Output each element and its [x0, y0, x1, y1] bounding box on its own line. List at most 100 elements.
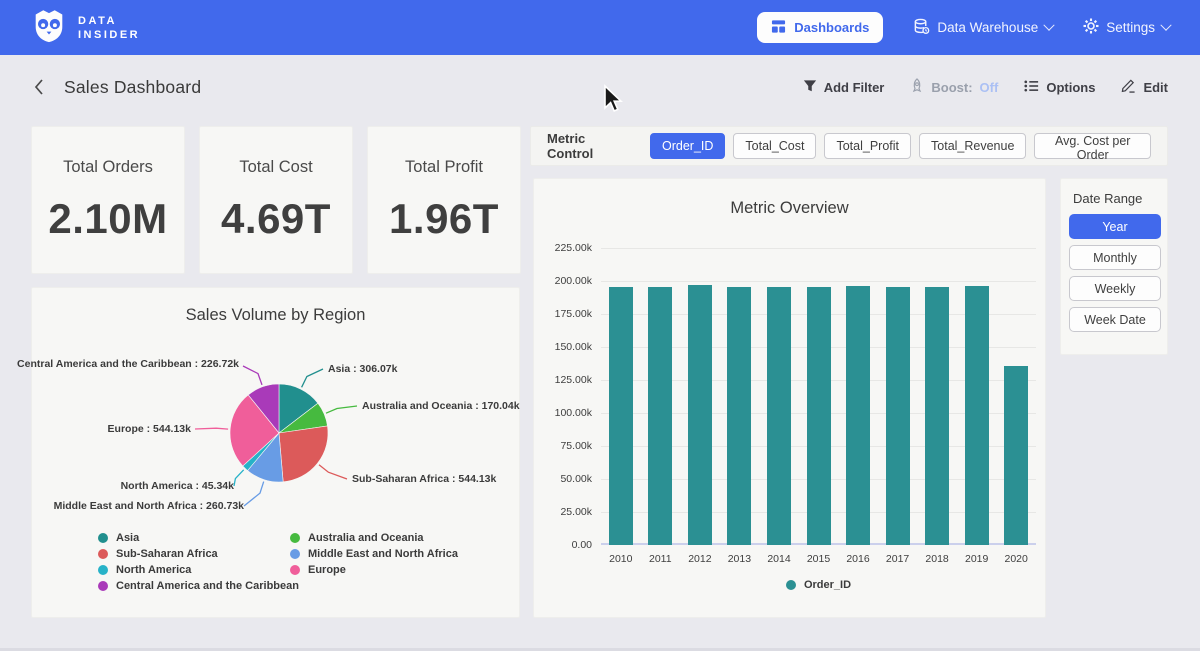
- pie-leader-line: [234, 470, 244, 486]
- x-axis-label-2015: 2015: [799, 553, 839, 565]
- bar-chart-legend[interactable]: Order_ID: [601, 579, 1036, 591]
- legend-dot: [98, 565, 108, 575]
- pie-legend-item-central-america-and-the-caribbean[interactable]: Central America and the Caribbean: [98, 580, 299, 592]
- y-axis-tick: 175.00k: [534, 308, 592, 320]
- gridline: [601, 281, 1036, 282]
- y-axis-tick: 200.00k: [534, 275, 592, 287]
- settings-label: Settings: [1106, 20, 1155, 35]
- pie-label-north-america: North America : 45.34k: [121, 480, 234, 492]
- bar-2010[interactable]: [609, 287, 633, 546]
- metric-option-total-cost[interactable]: Total_Cost: [733, 133, 816, 159]
- edit-button[interactable]: Edit: [1121, 78, 1168, 96]
- settings-menu[interactable]: Settings: [1083, 18, 1170, 37]
- pencil-icon: [1121, 78, 1136, 96]
- date-range-option-weekly[interactable]: Weekly: [1069, 276, 1161, 301]
- pie-leader-line: [319, 465, 347, 479]
- y-axis-tick: 100.00k: [534, 407, 592, 419]
- x-axis-label-2020: 2020: [996, 553, 1036, 565]
- x-axis-label-2018: 2018: [917, 553, 957, 565]
- bar-2016[interactable]: [846, 286, 870, 545]
- pie-leader-line: [244, 482, 264, 506]
- edit-label: Edit: [1143, 80, 1168, 95]
- bar-2015[interactable]: [807, 287, 831, 545]
- pie-legend-item-asia[interactable]: Asia: [98, 532, 299, 544]
- y-axis-tick: 225.00k: [534, 242, 592, 254]
- y-axis-tick: 75.00k: [534, 440, 592, 452]
- metric-option-total-profit[interactable]: Total_Profit: [824, 133, 911, 159]
- metric-control-strip: Metric Control Order_ID Total_Cost Total_P…: [530, 126, 1168, 166]
- bar-2014[interactable]: [767, 287, 791, 545]
- metric-option-order-id[interactable]: Order_ID: [650, 133, 725, 159]
- y-axis-tick: 25.00k: [534, 506, 592, 518]
- back-button[interactable]: [32, 78, 46, 96]
- y-axis-tick: 50.00k: [534, 473, 592, 485]
- dashboards-button[interactable]: Dashboards: [757, 12, 883, 43]
- bar-2018[interactable]: [925, 287, 949, 545]
- brand-logo[interactable]: DATA INSIDER: [30, 6, 140, 49]
- add-filter-label: Add Filter: [824, 80, 885, 95]
- pie-legend-item-europe[interactable]: Europe: [290, 564, 458, 576]
- bar-chart-plot-area: [601, 248, 1036, 545]
- pie-slice-sub-saharan-africa[interactable]: [279, 426, 328, 482]
- options-label: Options: [1046, 80, 1095, 95]
- x-axis-label-2019: 2019: [957, 553, 997, 565]
- pie-legend-item-sub-saharan-africa[interactable]: Sub-Saharan Africa: [98, 548, 299, 560]
- options-button[interactable]: Options: [1024, 79, 1095, 96]
- bar-2012[interactable]: [688, 285, 712, 545]
- legend-label: Middle East and North Africa: [308, 548, 458, 560]
- x-axis-label-2013: 2013: [719, 553, 759, 565]
- pie-leader-line: [302, 369, 323, 387]
- chevron-down-icon: [1044, 19, 1055, 30]
- page-header: Sales Dashboard Add Filter Boost: Off: [0, 55, 1200, 119]
- pie-label-asia: Asia : 306.07k: [328, 363, 397, 375]
- bar-2017[interactable]: [886, 287, 910, 546]
- legend-dot: [98, 581, 108, 591]
- legend-label: Sub-Saharan Africa: [116, 548, 218, 560]
- pie-leader-line: [195, 428, 228, 429]
- y-axis-tick: 0.00: [534, 539, 592, 551]
- chevron-down-icon: [1160, 19, 1171, 30]
- legend-label: Asia: [116, 532, 139, 544]
- metric-control-label: Metric Control: [547, 131, 632, 161]
- x-axis-label-2017: 2017: [878, 553, 918, 565]
- brand-line2: INSIDER: [78, 28, 140, 42]
- pie-legend-item-middle-east-and-north-africa[interactable]: Middle East and North Africa: [290, 548, 458, 560]
- page-title: Sales Dashboard: [64, 77, 201, 98]
- boost-label: Boost:: [931, 80, 972, 95]
- legend-series-label: Order_ID: [804, 579, 851, 591]
- pie-legend-item-north-america[interactable]: North America: [98, 564, 299, 576]
- add-filter-button[interactable]: Add Filter: [803, 79, 885, 96]
- kpi-value: 2.10M: [48, 195, 167, 243]
- date-range-option-week-date[interactable]: Week Date: [1069, 307, 1161, 332]
- bar-2020[interactable]: [1004, 366, 1028, 545]
- data-warehouse-menu[interactable]: Data Warehouse: [913, 18, 1053, 38]
- boost-toggle[interactable]: Boost: Off: [910, 78, 998, 96]
- bar-2019[interactable]: [965, 286, 989, 545]
- pie-chart-panel: Sales Volume by Region Asia : 306.07k Au…: [31, 287, 520, 618]
- kpi-card-total-profit: Total Profit 1.96T: [367, 126, 521, 274]
- date-range-option-monthly[interactable]: Monthly: [1069, 245, 1161, 270]
- metric-option-avg-cost-per-order[interactable]: Avg. Cost per Order: [1034, 133, 1151, 159]
- brand-line1: DATA: [78, 14, 140, 28]
- list-options-icon: [1024, 79, 1039, 96]
- database-icon: [913, 18, 930, 38]
- owl-logo-icon: [30, 6, 68, 49]
- rocket-icon: [910, 78, 924, 96]
- data-warehouse-label: Data Warehouse: [937, 20, 1038, 35]
- legend-label: North America: [116, 564, 191, 576]
- bar-2013[interactable]: [727, 287, 751, 545]
- dashboards-label: Dashboards: [794, 20, 869, 35]
- date-range-option-year[interactable]: Year: [1069, 214, 1161, 239]
- pie-label-sub-saharan-africa: Sub-Saharan Africa : 544.13k: [352, 473, 496, 485]
- date-range-label: Date Range: [1073, 191, 1159, 206]
- kpi-label: Total Orders: [63, 158, 153, 177]
- dashboard-grid-icon: [771, 19, 786, 37]
- gridline: [601, 248, 1036, 249]
- bar-2011[interactable]: [648, 287, 672, 545]
- pie-legend-item-australia-and-oceania[interactable]: Australia and Oceania: [290, 532, 458, 544]
- kpi-label: Total Profit: [405, 158, 483, 177]
- date-range-panel: Date Range Year Monthly Weekly Week Date: [1060, 178, 1168, 355]
- pie-label-middle-east-north-africa: Middle East and North Africa : 260.73k: [54, 500, 244, 512]
- pie-leader-line: [326, 406, 357, 413]
- metric-option-total-revenue[interactable]: Total_Revenue: [919, 133, 1026, 159]
